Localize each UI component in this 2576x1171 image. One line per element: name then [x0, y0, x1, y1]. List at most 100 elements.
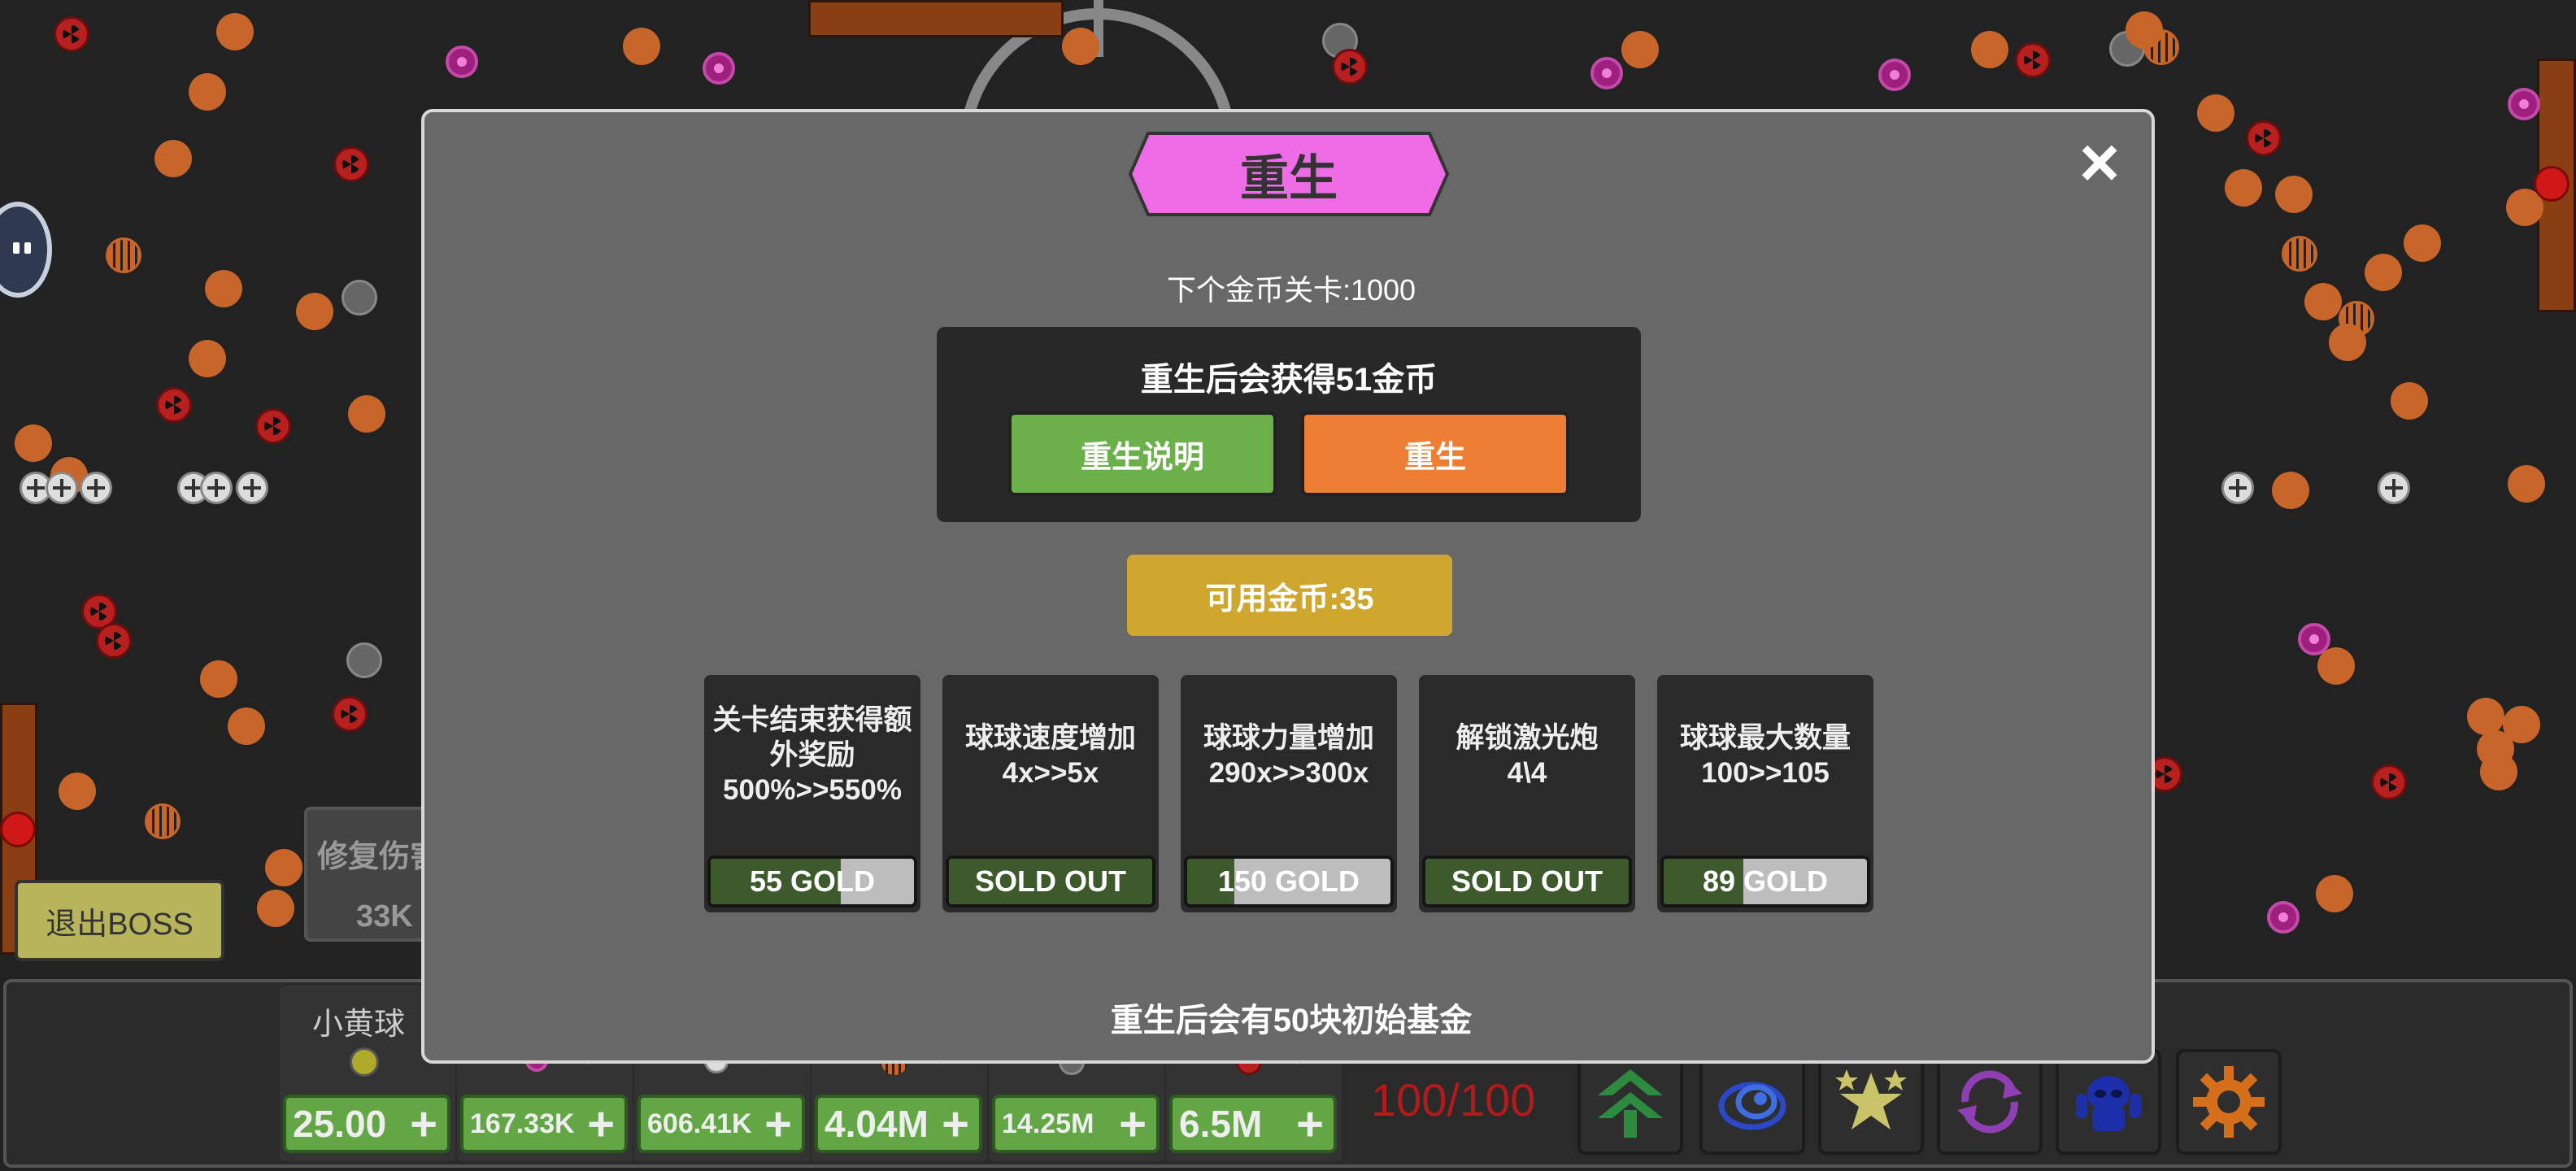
exit-boss-button[interactable]: 退出BOSS — [15, 880, 224, 961]
plus-ball — [80, 472, 112, 504]
rad-ball — [156, 387, 192, 423]
orange-ball — [59, 773, 96, 810]
available-gold-badge: 可用金币:35 — [1127, 555, 1452, 636]
orange-ball — [2365, 254, 2402, 291]
rad-ball — [333, 146, 369, 182]
upgrade-buy-button[interactable]: 150 GOLD — [1184, 855, 1394, 908]
orange-ball — [2316, 875, 2353, 912]
plus-icon: + — [1119, 1098, 1147, 1151]
upgrade-card-laser: 解锁激光炮 4\4 SOLD OUT — [1419, 675, 1635, 912]
price: 167.33K — [470, 1108, 575, 1139]
upgrade-description: 关卡结束获得额 外奖励 500%>>550% — [712, 704, 912, 806]
vortex-icon[interactable] — [1699, 1049, 1805, 1155]
striped-ball — [145, 803, 181, 839]
magenta-ball — [1590, 57, 1623, 89]
slot-name: 小黄球 — [312, 1008, 406, 1042]
orange-ball — [200, 660, 237, 698]
striped-ball — [2282, 236, 2317, 272]
upgrade-description: 解锁激光炮 4\4 — [1456, 722, 1599, 789]
buy-ball-button[interactable]: 167.33K + — [460, 1095, 628, 1153]
plus-icon: + — [1296, 1098, 1324, 1151]
upgrade-description: 球球速度增加 4x>>5x — [964, 722, 1136, 789]
orange-ball — [216, 13, 254, 50]
plus-icon: + — [410, 1098, 437, 1151]
orange-ball — [2126, 11, 2163, 49]
rad-ball — [2015, 42, 2051, 78]
buy-ball-button[interactable]: 14.25M + — [992, 1095, 1160, 1153]
orange-ball — [265, 849, 302, 886]
gear-icon[interactable] — [2176, 1049, 2282, 1155]
rebirth-button[interactable]: 重生 — [1301, 411, 1569, 496]
rad-ball — [2371, 764, 2407, 800]
orange-ball — [257, 890, 294, 927]
upgrade-buy-button[interactable]: 55 GOLD — [707, 855, 917, 908]
magenta-ball — [2508, 88, 2540, 120]
rad-ball — [332, 696, 368, 732]
price: 6.5M — [1179, 1103, 1263, 1145]
alien-icon[interactable] — [2056, 1049, 2161, 1155]
price: 4.04M — [825, 1103, 929, 1145]
orange-ball — [154, 140, 192, 177]
brick-top — [808, 0, 1064, 37]
close-icon[interactable]: × — [2070, 128, 2129, 198]
price: 14.25M — [1002, 1108, 1094, 1139]
plus-ball — [2221, 472, 2254, 504]
orange-ball — [2317, 647, 2355, 685]
upgrade-description: 球球力量增加 290x>>300x — [1203, 722, 1374, 789]
rebirth-box: 重生后会获得51金币 重生说明 重生 — [937, 327, 1641, 522]
upgrade-buy-button[interactable]: 89 GOLD — [1660, 855, 1870, 908]
upgrade-buy-button[interactable]: SOLD OUT — [1422, 855, 1632, 908]
orange-ball — [2197, 94, 2234, 132]
rebirth-help-button[interactable]: 重生说明 — [1008, 411, 1277, 496]
plus-ball — [200, 472, 233, 504]
upgrade-card-bonus: 关卡结束获得额 外奖励 500%>>550% 55 GOLD — [704, 675, 920, 912]
rebirth-gain-text: 重生后会获得51金币 — [1140, 362, 1438, 398]
gray-ball — [342, 280, 377, 316]
upgrade-description: 球球最大数量 100>>105 — [1679, 722, 1851, 789]
orange-ball — [2275, 176, 2313, 213]
rad-ball — [255, 408, 291, 444]
yellow-ball-icon — [350, 1047, 379, 1077]
rad-ball — [54, 16, 89, 52]
orange-ball — [623, 28, 660, 65]
buy-ball-button[interactable]: 25.00 + — [283, 1095, 450, 1153]
magenta-ball — [446, 46, 478, 78]
upgrade-buy-button[interactable]: SOLD OUT — [946, 855, 1155, 908]
next-gold-level-text: 下个金币关卡:1000 — [1166, 273, 1416, 307]
orange-ball — [2480, 753, 2517, 790]
red-ball — [0, 812, 36, 847]
rad-ball — [2246, 120, 2282, 156]
starting-fund-note: 重生后会有50块初始基金 — [1110, 1003, 1473, 1038]
plus-ball — [2378, 472, 2410, 504]
rebirth-dialog: 重生 × 下个金币关卡:1000 重生后会获得51金币 重生说明 重生 可用金币… — [421, 109, 2155, 1064]
buy-ball-button[interactable]: 4.04M + — [815, 1095, 982, 1153]
magenta-ball — [2267, 901, 2300, 934]
upgrade-card-max-balls: 球球最大数量 100>>105 89 GOLD — [1657, 675, 1873, 912]
buy-ball-button[interactable]: 606.41K + — [637, 1095, 805, 1153]
cycle-icon[interactable] — [1937, 1049, 2043, 1155]
orange-ball — [2225, 169, 2262, 207]
dialog-title-banner: 重生 — [1129, 132, 1449, 216]
buy-ball-button[interactable]: 6.5M + — [1169, 1095, 1337, 1153]
upgrade-chevron-icon[interactable] — [1577, 1049, 1683, 1155]
orange-ball — [189, 340, 226, 377]
price: 25.00 — [293, 1103, 387, 1145]
stars-icon[interactable] — [1818, 1049, 1924, 1155]
orange-ball — [2508, 465, 2545, 503]
orange-ball — [205, 270, 242, 307]
orange-ball — [2272, 472, 2309, 509]
upgrade-card-power: 球球力量增加 290x>>300x 150 GOLD — [1181, 675, 1397, 912]
plus-icon: + — [942, 1098, 969, 1151]
hp-counter: 100/100 — [1371, 1074, 1536, 1125]
rad-ball — [1332, 49, 1368, 85]
upgrade-card-speed: 球球速度增加 4x>>5x SOLD OUT — [942, 675, 1159, 912]
rad-ball — [96, 623, 132, 659]
orange-ball — [228, 707, 265, 745]
plus-icon: + — [764, 1098, 792, 1151]
orange-ball — [348, 395, 385, 433]
plus-icon: + — [587, 1098, 615, 1151]
orange-ball — [296, 293, 333, 330]
plus-ball — [46, 472, 78, 504]
orange-ball — [2467, 698, 2504, 735]
plus-ball — [236, 472, 268, 504]
